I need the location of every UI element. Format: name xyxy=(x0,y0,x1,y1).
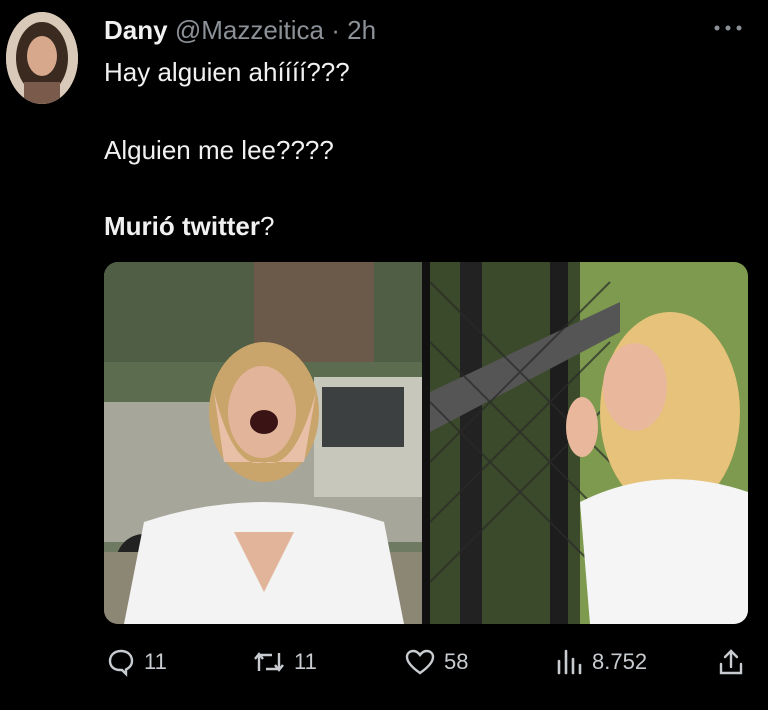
like-icon xyxy=(404,647,436,677)
share-icon xyxy=(716,647,746,677)
tweet-text-line-1: Hay alguien ahíííí??? xyxy=(104,57,350,87)
more-icon[interactable] xyxy=(708,18,748,38)
reply-count: 11 xyxy=(144,649,167,674)
like-button[interactable]: 58 xyxy=(404,640,468,684)
tweet-media[interactable] xyxy=(104,262,748,624)
views-icon xyxy=(554,647,584,677)
tweet-text-line-3: Murió twitter? xyxy=(104,210,274,242)
reply-button[interactable]: 11 xyxy=(106,640,167,684)
author-handle[interactable]: @Mazzeitica xyxy=(175,15,324,45)
retweet-button[interactable]: 11 xyxy=(252,640,317,684)
tweet-time[interactable]: 2h xyxy=(347,15,376,45)
like-count: 58 xyxy=(444,649,469,674)
reply-icon xyxy=(106,647,136,677)
media-photo-right[interactable] xyxy=(429,262,748,624)
retweet-icon xyxy=(252,647,286,677)
tweet-text-end: ? xyxy=(260,211,275,241)
views-count: 8.752 xyxy=(592,649,648,674)
retweet-count: 11 xyxy=(294,649,317,674)
tweet-actions: 11 11 58 8.752 xyxy=(0,640,768,684)
avatar[interactable] xyxy=(6,12,78,104)
views-button[interactable]: 8.752 xyxy=(554,640,647,684)
author-name[interactable]: Dany xyxy=(104,15,168,45)
separator: · xyxy=(331,15,340,45)
share-button[interactable] xyxy=(716,640,746,684)
tweet-text-bold: Murió twitter xyxy=(104,211,260,241)
tweet-text-line-2: Alguien me lee???? xyxy=(104,135,334,165)
tweet-header: Dany @Mazzeitica · 2h xyxy=(104,14,376,46)
media-photo-left[interactable] xyxy=(104,262,422,624)
